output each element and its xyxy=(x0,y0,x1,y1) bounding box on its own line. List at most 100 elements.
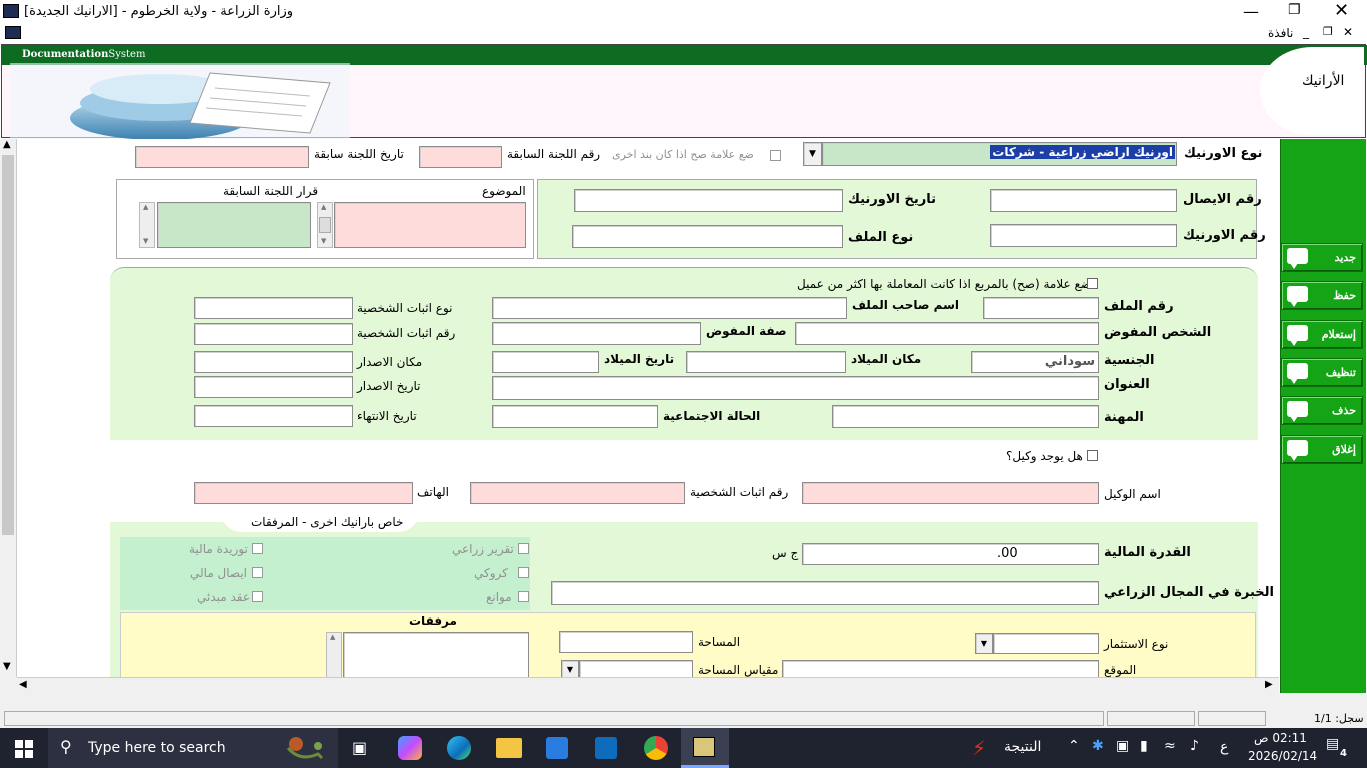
mdi-close-icon[interactable]: ✕ xyxy=(1343,25,1353,39)
financial-field[interactable]: .00 xyxy=(802,543,1099,565)
marital-field[interactable] xyxy=(492,405,658,428)
form-type-field[interactable]: اورنيك اراضي زراعية - شركات xyxy=(822,142,1177,166)
scroll-up-icon[interactable]: ▲ xyxy=(321,203,326,211)
check-receipt[interactable] xyxy=(252,567,263,578)
check-payment-supply[interactable] xyxy=(252,543,263,554)
phone-field[interactable] xyxy=(194,482,413,504)
occupation-field[interactable] xyxy=(832,405,1099,428)
id-no-field[interactable] xyxy=(194,323,353,345)
prev-committee-no-field[interactable] xyxy=(419,146,502,168)
subject-scrollbar[interactable]: ▲ ▼ xyxy=(317,202,333,248)
receipt-no-field[interactable] xyxy=(990,189,1177,212)
attachments-list[interactable] xyxy=(343,632,529,678)
app-taskbar-icon[interactable] xyxy=(681,728,729,768)
decision-textarea[interactable] xyxy=(157,202,311,248)
multi-client-checkbox[interactable] xyxy=(1087,278,1098,289)
agent-name-field[interactable] xyxy=(802,482,1099,504)
check-prelim-contract[interactable] xyxy=(252,591,263,602)
minimize-icon[interactable]: — xyxy=(1243,2,1259,21)
windows-start-icon[interactable] xyxy=(15,740,33,758)
close-button[interactable]: إغلاق xyxy=(1281,435,1363,464)
area-unit-field[interactable] xyxy=(579,660,693,678)
clock-date[interactable]: 2026/02/14 xyxy=(1248,749,1317,763)
task-view-icon[interactable]: ▣ xyxy=(352,738,367,757)
scroll-left-icon[interactable]: ◀ xyxy=(19,679,27,690)
area-unit-dropdown[interactable]: ▼ xyxy=(561,660,579,678)
mdi-minimize-icon[interactable]: _ xyxy=(1303,25,1309,39)
wifi-icon[interactable]: ≈ xyxy=(1164,738,1176,754)
meet-icon[interactable]: ▣ xyxy=(1116,738,1129,754)
scroll-thumb[interactable] xyxy=(319,217,331,233)
clock-time[interactable]: 02:11 ص xyxy=(1254,731,1307,745)
area-field[interactable] xyxy=(559,631,693,653)
save-button[interactable]: حفظ xyxy=(1281,281,1363,310)
delete-button[interactable]: حذف xyxy=(1281,396,1363,425)
address-field[interactable] xyxy=(492,376,1099,400)
vertical-scrollbar[interactable]: ▲ ▼ xyxy=(0,139,17,677)
volume-icon[interactable]: ♪ xyxy=(1190,738,1199,754)
check-agri-report[interactable] xyxy=(518,543,529,554)
check-barriers-label: موانع xyxy=(486,590,512,604)
horizontal-scrollbar[interactable]: ◀ ▶ xyxy=(17,677,1279,693)
file-no-field[interactable] xyxy=(983,297,1099,319)
store-icon[interactable] xyxy=(546,737,568,759)
subject-textarea[interactable] xyxy=(334,202,526,248)
check-barriers[interactable] xyxy=(518,591,529,602)
other-item-checkbox[interactable] xyxy=(770,150,781,161)
close-icon[interactable]: ✕ xyxy=(1334,0,1349,21)
form-date-field[interactable] xyxy=(574,189,843,212)
file-explorer-icon[interactable] xyxy=(496,738,522,758)
experience-field[interactable] xyxy=(551,581,1099,605)
result-label[interactable]: النتيجة xyxy=(1004,739,1041,755)
scroll-up-icon[interactable]: ▲ xyxy=(3,139,11,150)
tray-chevron-up-icon[interactable]: ⌃ xyxy=(1068,738,1080,754)
battery-icon[interactable]: ▮ xyxy=(1140,738,1148,754)
outlook-icon[interactable] xyxy=(595,737,617,759)
mdi-restore-icon[interactable]: ❐ xyxy=(1323,25,1333,38)
investment-type-dropdown[interactable]: ▼ xyxy=(975,633,993,654)
attachments-tab-label[interactable]: خاص بارانيك اخرى - المرفقات xyxy=(251,515,403,529)
attachments-list-scrollbar[interactable]: ▲ xyxy=(326,632,342,678)
restore-icon[interactable]: ❐ xyxy=(1288,2,1301,18)
scroll-down-icon[interactable]: ▼ xyxy=(3,661,11,672)
file-owner-field[interactable] xyxy=(492,297,847,319)
scroll-up-icon[interactable]: ▲ xyxy=(143,203,148,211)
chrome-icon[interactable] xyxy=(644,736,668,760)
bluetooth-icon[interactable]: ✱ xyxy=(1092,738,1104,754)
birth-place-field[interactable] xyxy=(686,351,846,373)
menu-window[interactable]: نافذة xyxy=(1268,26,1293,40)
location-field[interactable] xyxy=(782,660,1099,678)
notifications-icon[interactable]: ▤ xyxy=(1326,736,1339,752)
agent-id-field[interactable] xyxy=(470,482,685,504)
scroll-thumb[interactable] xyxy=(2,155,14,535)
check-sketch[interactable] xyxy=(518,567,529,578)
nationality-field[interactable]: سوداني xyxy=(971,351,1099,373)
decision-scrollbar[interactable]: ▲ ▼ xyxy=(139,202,155,248)
new-button[interactable]: جديد xyxy=(1281,243,1363,272)
issue-date-field[interactable] xyxy=(194,376,353,398)
scroll-up-icon[interactable]: ▲ xyxy=(330,633,335,641)
taskbar-search-box[interactable]: ⚲ Type here to search xyxy=(48,728,338,768)
delegate-field[interactable] xyxy=(795,322,1099,345)
form-no-field[interactable] xyxy=(990,224,1177,247)
has-agent-checkbox[interactable] xyxy=(1087,450,1098,461)
birth-date-field[interactable] xyxy=(492,351,599,373)
issue-place-field[interactable] xyxy=(194,351,353,373)
edge-icon[interactable] xyxy=(447,736,471,760)
language-indicator[interactable]: ع xyxy=(1220,739,1228,755)
result-app-icon[interactable]: ⚡ xyxy=(972,736,986,760)
prev-committee-date-field[interactable] xyxy=(135,146,309,168)
copilot-icon[interactable] xyxy=(398,736,422,760)
query-button[interactable]: إستعلام xyxy=(1281,320,1363,349)
expiry-field[interactable] xyxy=(194,405,353,427)
scroll-down-icon[interactable]: ▼ xyxy=(321,237,326,245)
scroll-right-icon[interactable]: ▶ xyxy=(1265,679,1273,690)
file-type-field[interactable] xyxy=(572,225,843,248)
scroll-down-icon[interactable]: ▼ xyxy=(143,237,148,245)
delegate-role-field[interactable] xyxy=(492,322,701,345)
id-type-field[interactable] xyxy=(194,297,353,319)
form-type-dropdown-button[interactable]: ▼ xyxy=(803,142,822,166)
clear-button[interactable]: تنظيف xyxy=(1281,358,1363,387)
investment-type-field[interactable] xyxy=(993,633,1099,654)
chevron-down-icon: ▼ xyxy=(980,639,988,648)
